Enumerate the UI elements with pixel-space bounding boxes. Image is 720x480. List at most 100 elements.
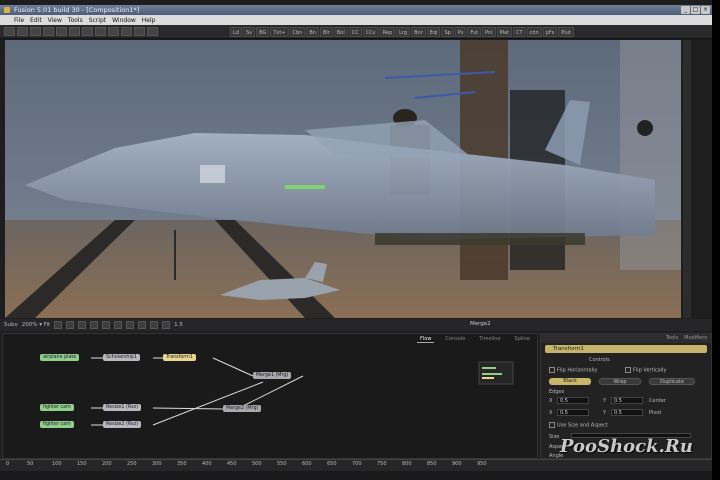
tool-button[interactable]: Rep (379, 26, 396, 37)
flip-horizontally-label: Flip Horizontally (557, 367, 598, 374)
pointer-icon[interactable] (114, 321, 123, 329)
tool-button[interactable]: Fut (467, 26, 482, 37)
lock-icon[interactable] (162, 321, 171, 329)
checkbox-icon (625, 367, 631, 373)
menu-edit[interactable]: Edit (30, 17, 42, 24)
flow-node-resize[interactable]: Resize2 (Rsz) (103, 421, 142, 428)
menu-view[interactable]: View (48, 17, 62, 24)
pivot-x-field[interactable]: 0.5 (557, 409, 589, 416)
tab-modifiers[interactable]: Modifiers (684, 334, 707, 343)
subview-label[interactable]: Subv (4, 322, 18, 328)
tab-tools[interactable]: Tools (666, 334, 678, 343)
render-icon[interactable] (108, 27, 119, 36)
window-controls: _ □ × (681, 6, 710, 14)
inspector-tool-header[interactable]: Transform1 (545, 345, 707, 353)
checker-icon[interactable] (90, 321, 99, 329)
flow-editor[interactable]: Flow Console Timeline Spline airplane pl… (2, 333, 538, 459)
viewer-scrollbar[interactable] (683, 40, 691, 318)
flow-node-loader[interactable]: fighter cam (40, 404, 74, 411)
paste-icon[interactable] (69, 27, 80, 36)
tool-button[interactable]: cdn (526, 26, 542, 37)
inspector-tabs: Tools Modifiers (541, 334, 711, 343)
time-ruler-tick: 650 (327, 461, 337, 467)
time-ruler-tick: 300 (152, 461, 162, 467)
minimize-button[interactable]: _ (681, 6, 690, 14)
file-toolbar (4, 27, 230, 36)
close-button[interactable]: × (701, 6, 710, 14)
tool-button[interactable]: CT (512, 26, 526, 37)
undo-icon[interactable] (82, 27, 93, 36)
layout-icon[interactable] (147, 27, 158, 36)
ellipse-tool-icon[interactable] (150, 321, 159, 329)
time-ruler-tick: 400 (202, 461, 212, 467)
tool-button[interactable]: Mat (496, 26, 512, 37)
new-file-icon[interactable] (4, 27, 15, 36)
cut-icon[interactable] (43, 27, 54, 36)
tool-button[interactable]: Bol (333, 26, 348, 37)
tool-button[interactable]: Bn (306, 26, 319, 37)
tool-button[interactable]: Plut (558, 26, 574, 37)
tool-button[interactable]: Lrg (396, 26, 411, 37)
tool-button[interactable]: Txt+ (270, 26, 289, 37)
time-ruler-tick: 750 (377, 461, 387, 467)
menu-tools[interactable]: Tools (68, 17, 83, 24)
screen-border (712, 0, 720, 480)
image-viewer[interactable] (5, 40, 681, 318)
time-ruler-tick: 200 (102, 461, 112, 467)
flip-vertically-checkbox[interactable]: Flip Vertically (625, 367, 666, 374)
use-size-checkbox[interactable]: Use Size and Aspect (549, 422, 608, 429)
flow-node-resize[interactable]: Resize1 (Rsz) (103, 404, 142, 411)
channel-icon[interactable] (78, 321, 87, 329)
flip-horizontally-checkbox[interactable]: Flip Horizontally (549, 367, 597, 374)
tool-button[interactable]: Pnl (482, 26, 496, 37)
tool-button[interactable]: BG (256, 26, 270, 37)
center-y-field[interactable]: 0.5 (611, 397, 643, 404)
tool-button[interactable]: Bnr (411, 26, 426, 37)
zoom-dropdown[interactable]: 200% ▾ Fit (22, 322, 50, 328)
rectangle-tool-icon[interactable] (138, 321, 147, 329)
composited-frame-image (5, 40, 681, 318)
tool-button[interactable]: Sv (242, 26, 256, 37)
redo-icon[interactable] (95, 27, 106, 36)
viewer-value-field[interactable]: 1.5 (174, 322, 183, 328)
preview-icon[interactable] (121, 27, 132, 36)
guides-icon[interactable] (102, 321, 111, 329)
tool-button[interactable]: Sp (441, 26, 454, 37)
edges-label: Edges (549, 389, 565, 395)
settings-icon[interactable] (134, 27, 145, 36)
flow-node-tool[interactable]: Scholarship1 (103, 354, 140, 361)
center-x-field[interactable]: 0.5 (557, 397, 589, 404)
pivot-y-field[interactable]: 0.5 (611, 409, 643, 416)
flow-node-merge[interactable]: Merge2 (Mrg) (223, 405, 262, 412)
tool-button[interactable]: Ld (230, 26, 242, 37)
time-ruler-tick: 850 (427, 461, 437, 467)
center-x-label: X (549, 398, 553, 404)
tool-button[interactable]: Cbn (289, 26, 306, 37)
edge-duplicate-button[interactable]: Duplicate (649, 378, 695, 385)
open-file-icon[interactable] (17, 27, 28, 36)
tool-button[interactable]: Blr (319, 26, 333, 37)
maximize-button[interactable]: □ (691, 6, 700, 14)
lut-icon[interactable] (66, 321, 75, 329)
edge-wrap-button[interactable]: Wrap (599, 378, 641, 385)
tool-button[interactable]: Eql (426, 26, 441, 37)
line-tool-icon[interactable] (126, 321, 135, 329)
edge-black-button[interactable]: Black (549, 378, 591, 385)
tool-button[interactable]: CCv (362, 26, 379, 37)
menu-window[interactable]: Window (112, 17, 136, 24)
flow-node-loader[interactable]: airplane plate (40, 354, 80, 361)
menu-file[interactable]: File (14, 17, 24, 24)
flow-node-loader[interactable]: fighter cam (40, 421, 74, 428)
tool-button[interactable]: Ps (454, 26, 467, 37)
roi-icon[interactable] (54, 321, 63, 329)
save-file-icon[interactable] (30, 27, 41, 36)
tool-button[interactable]: pFs (542, 26, 558, 37)
fusion-app-icon (4, 7, 10, 13)
tool-button[interactable]: CC (348, 26, 362, 37)
menu-script[interactable]: Script (89, 17, 106, 24)
menu-help[interactable]: Help (142, 17, 156, 24)
flow-node-transform[interactable]: Transform1 (163, 354, 196, 361)
center-label: Center (649, 398, 666, 404)
flow-node-merge[interactable]: Merge1 (Mrg) (253, 372, 292, 379)
copy-icon[interactable] (56, 27, 67, 36)
